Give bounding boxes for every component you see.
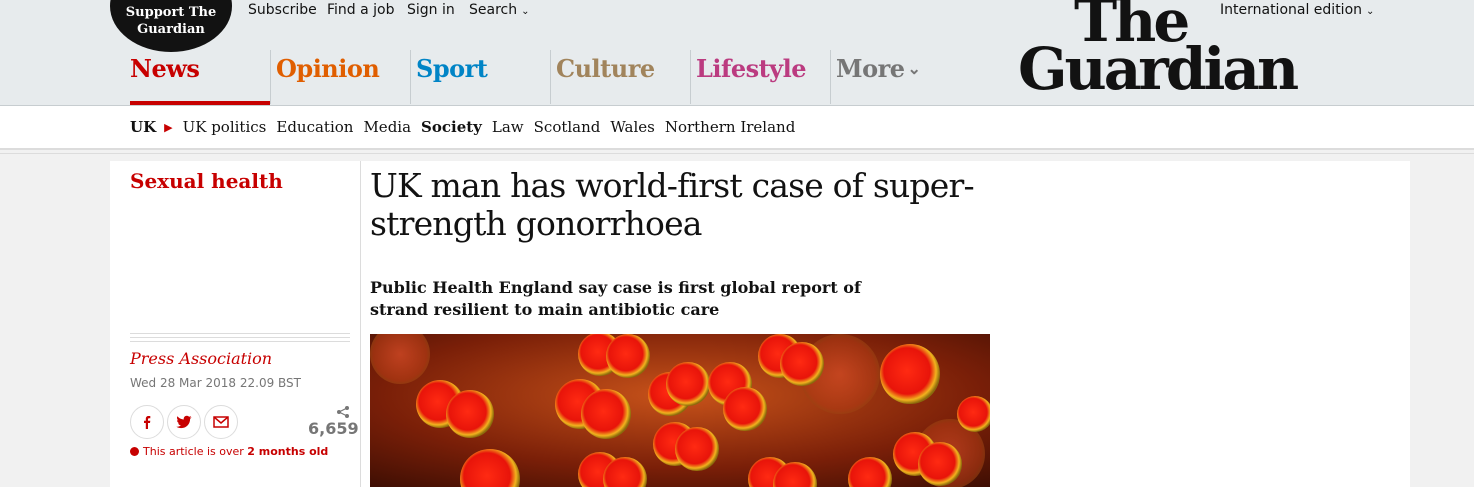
section-label[interactable]: Sexual health xyxy=(130,169,283,193)
subnav-item-uk[interactable]: UK xyxy=(130,118,156,136)
share-twitter-button[interactable] xyxy=(167,405,201,439)
pillar-culture-label: Culture xyxy=(556,54,655,83)
pillar-opinion-label: Opinion xyxy=(276,54,380,83)
age-value: 2 months old xyxy=(247,445,329,458)
pillar-lifestyle[interactable]: Lifestyle xyxy=(690,50,831,104)
sign-in-link[interactable]: Sign in xyxy=(407,2,455,18)
subnav-item-media[interactable]: Media xyxy=(363,118,411,136)
pillar-lifestyle-label: Lifestyle xyxy=(696,54,807,83)
more-label: More xyxy=(836,54,905,83)
byline[interactable]: Press Association xyxy=(130,349,272,368)
article-headline: UK man has world-first case of super-str… xyxy=(370,166,975,243)
pillar-more[interactable]: More ⌄ xyxy=(830,50,941,104)
article-age-notice: This article is over 2 months old xyxy=(130,445,328,458)
subnav-item-education[interactable]: Education xyxy=(276,118,353,136)
email-icon xyxy=(213,416,229,428)
article-container: Sexual health UK man has world-first cas… xyxy=(110,161,1410,487)
sub-navigation: UK ▶ UK politics Education Media Society Law Sc… xyxy=(0,106,1474,149)
age-prefix: This article is over xyxy=(143,445,248,458)
support-line-1: Support The xyxy=(125,5,217,20)
pillar-news[interactable]: News xyxy=(130,50,270,105)
meta-rule xyxy=(130,333,350,345)
chevron-down-icon: ⌄ xyxy=(1366,6,1375,17)
article-standfirst: Public Health England say case is first … xyxy=(370,278,861,319)
pillar-sport-label: Sport xyxy=(416,54,488,83)
subscribe-link[interactable]: Subscribe xyxy=(248,2,317,18)
subnav-item-law[interactable]: Law xyxy=(492,118,524,136)
pillar-culture[interactable]: Culture xyxy=(550,50,691,104)
share-icon[interactable] xyxy=(336,405,350,419)
subnav-list: UK ▶ UK politics Education Media Society Law Sc… xyxy=(130,118,805,136)
support-badge[interactable]: Support The Guardian xyxy=(110,0,232,52)
twitter-icon xyxy=(176,415,192,429)
pillar-opinion[interactable]: Opinion xyxy=(270,50,411,104)
support-line-2: Guardian xyxy=(137,22,205,37)
publish-date: Wed 28 Mar 2018 22.09 BST xyxy=(130,376,302,390)
site-header: Support The Guardian Subscribe Find a jo… xyxy=(0,0,1474,106)
subnav-item-scotland[interactable]: Scotland xyxy=(534,118,601,136)
share-count: 6,659 xyxy=(308,419,359,438)
subnav-item-northern-ireland[interactable]: Northern Ireland xyxy=(665,118,795,136)
share-email-button[interactable] xyxy=(204,405,238,439)
support-label[interactable]: Support The Guardian xyxy=(110,4,232,38)
clock-icon xyxy=(130,447,139,456)
facebook-icon xyxy=(144,416,151,429)
header-rule xyxy=(0,149,1474,159)
logo-line-2: Guardian xyxy=(1018,35,1299,103)
subnav-item-wales[interactable]: Wales xyxy=(610,118,654,136)
chevron-down-icon: ⌄ xyxy=(907,59,921,78)
column-divider xyxy=(360,161,361,487)
pillar-news-label: News xyxy=(130,54,200,83)
guardian-logo[interactable]: The Guardian xyxy=(1018,0,1318,100)
search-link[interactable]: Search ⌄ xyxy=(469,2,530,18)
triangle-right-icon: ▶ xyxy=(164,121,173,134)
subnav-item-society[interactable]: Society xyxy=(421,118,482,136)
subnav-item-uk-politics[interactable]: UK politics xyxy=(183,118,267,136)
hero-image[interactable] xyxy=(370,334,990,487)
share-facebook-button[interactable] xyxy=(130,405,164,439)
pillar-more-label: More ⌄ xyxy=(836,54,921,83)
chevron-down-icon: ⌄ xyxy=(521,6,530,17)
active-pillar-indicator xyxy=(130,101,270,105)
search-label: Search xyxy=(469,2,518,18)
pillar-sport[interactable]: Sport xyxy=(410,50,551,104)
bacteria-illustration xyxy=(370,334,990,487)
find-a-job-link[interactable]: Find a job xyxy=(327,2,395,18)
